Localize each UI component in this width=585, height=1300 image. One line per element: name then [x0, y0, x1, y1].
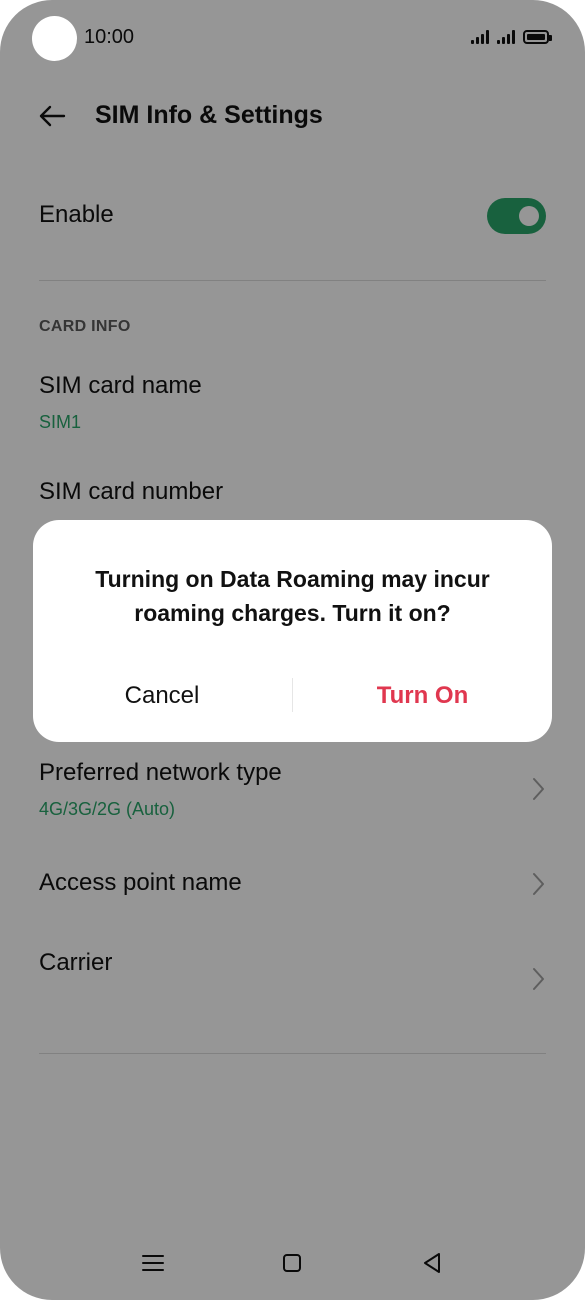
camera-cutout — [32, 16, 77, 61]
phone-frame: 10:00 SIM Info & Settings Enable CARD IN… — [0, 0, 585, 1300]
data-roaming-dialog: Turning on Data Roaming may incur roamin… — [33, 520, 552, 742]
dialog-message: Turning on Data Roaming may incur roamin… — [95, 566, 490, 626]
turn-on-button[interactable]: Turn On — [293, 676, 552, 716]
cancel-button[interactable]: Cancel — [33, 676, 291, 716]
